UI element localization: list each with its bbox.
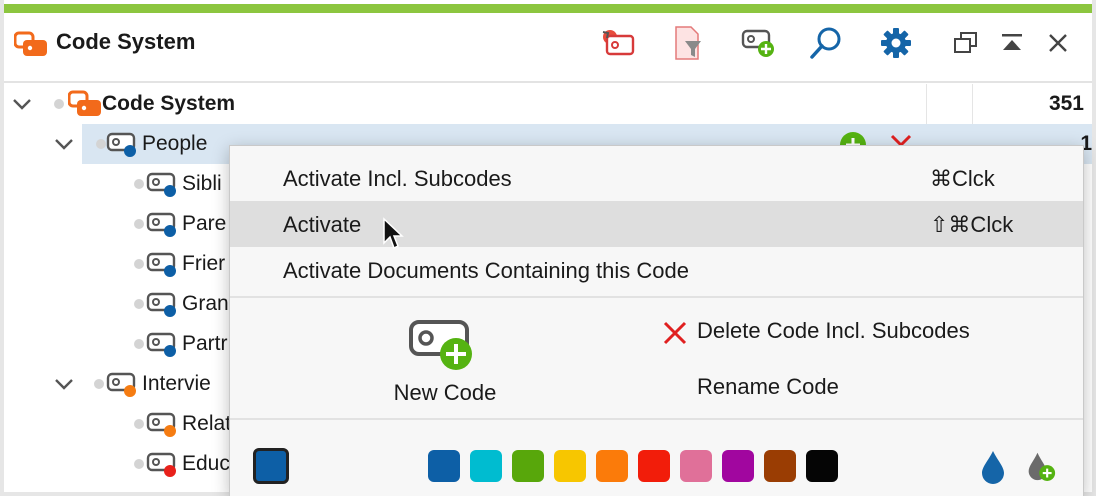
settings-button[interactable] (876, 23, 916, 63)
menu-item-shortcut: ⇧⌘Clck (930, 212, 1014, 237)
filter-document-icon (675, 26, 701, 60)
code-system-icon (68, 90, 101, 116)
code-icon (146, 332, 176, 357)
status-dot[interactable] (134, 219, 144, 229)
color-swatch[interactable] (428, 450, 460, 482)
row-count: 351 (1048, 92, 1084, 115)
color-swatch[interactable] (722, 450, 754, 482)
tree-row-label: Pare (182, 212, 227, 235)
code-icon (146, 292, 176, 317)
menu-item-activate[interactable]: Activate ⇧⌘Clck (230, 201, 1083, 247)
status-dot[interactable] (134, 179, 144, 189)
new-code-label: New Code (393, 380, 497, 405)
new-code-icon (409, 320, 472, 370)
chevron-down-icon[interactable] (52, 132, 76, 156)
code-icon (146, 252, 176, 277)
undock-window-icon (954, 32, 977, 53)
context-menu: Activate Incl. Subcodes ⌘Clck Activate ⇧… (229, 145, 1084, 496)
status-dot[interactable] (134, 299, 144, 309)
collapse-panel-icon (1002, 34, 1022, 50)
color-picker-drop-icon[interactable] (978, 448, 1008, 484)
panel-title: Code System (56, 29, 196, 54)
color-swatch[interactable] (680, 450, 712, 482)
tree-row-label: Relat (182, 412, 232, 435)
rename-code-button[interactable]: Rename Code (697, 374, 839, 400)
status-dot[interactable] (134, 259, 144, 269)
new-code-button[interactable]: New Code (380, 316, 510, 416)
status-dot[interactable] (134, 339, 144, 349)
chevron-down-icon[interactable] (10, 92, 34, 116)
status-dot[interactable] (134, 419, 144, 429)
menu-item-activate-incl-subcodes[interactable]: Activate Incl. Subcodes ⌘Clck (230, 155, 1083, 201)
tree-row-label: People (142, 132, 208, 155)
code-icon (146, 212, 176, 237)
color-swatch[interactable] (512, 450, 544, 482)
status-dot[interactable] (134, 459, 144, 469)
color-swatch[interactable] (764, 450, 796, 482)
search-button[interactable] (806, 23, 846, 63)
new-code-icon (741, 29, 774, 57)
delete-code-label: Delete Code Incl. Subcodes (697, 318, 970, 343)
tree-row-label: Educ (182, 452, 230, 475)
color-swatch[interactable] (470, 450, 502, 482)
close-icon (1049, 34, 1067, 52)
tree-row-label: Frier (182, 252, 226, 275)
color-swatch[interactable] (806, 450, 838, 482)
chevron-down-icon[interactable] (52, 372, 76, 396)
settings-gear-icon (881, 28, 911, 58)
rename-code-label: Rename Code (697, 374, 839, 399)
tree-row-label: Partr (182, 332, 228, 355)
tree-row-label: Code System (102, 92, 236, 115)
close-panel-button[interactable] (1038, 23, 1078, 63)
menu-item-shortcut: ⌘Clck (930, 166, 995, 191)
collapse-panel-button[interactable] (992, 23, 1032, 63)
color-swatch[interactable] (596, 450, 628, 482)
code-icon (146, 172, 176, 197)
color-swatch[interactable] (638, 450, 670, 482)
delete-x-icon (663, 321, 687, 345)
color-swatch[interactable] (554, 450, 586, 482)
menu-item-label: Activate (283, 212, 362, 237)
code-icon (106, 372, 136, 397)
activate-codes-icon (602, 30, 635, 56)
status-dot[interactable] (54, 99, 64, 109)
menu-item-label: Activate Incl. Subcodes (283, 166, 512, 191)
new-code-button[interactable] (738, 23, 778, 63)
tree-row-label: Sibli (182, 172, 222, 195)
filter-documents-button[interactable] (668, 23, 708, 63)
window-accent-bar (4, 4, 1092, 13)
tree-row-label: Gran (182, 292, 229, 315)
code-icon (146, 452, 176, 477)
custom-color-drop-add-icon[interactable] (1026, 448, 1056, 484)
undock-window-button[interactable] (946, 23, 986, 63)
code-system-header: Code System (4, 13, 1092, 83)
menu-item-label: Activate Documents Containing this Code (283, 258, 689, 283)
menu-separator (230, 296, 1083, 298)
tree-row-label: Intervie (142, 372, 211, 395)
menu-separator (230, 418, 1083, 420)
code-icon (146, 412, 176, 437)
menu-item-activate-documents[interactable]: Activate Documents Containing this Code (230, 247, 1083, 293)
status-dot[interactable] (96, 139, 106, 149)
mouse-cursor-icon (383, 217, 404, 250)
tree-row-root[interactable]: Code System 351 (4, 84, 1092, 124)
activate-codes-button[interactable] (598, 23, 638, 63)
code-icon (106, 132, 136, 157)
code-system-app-icon (14, 31, 47, 56)
current-color-swatch[interactable] (253, 448, 289, 484)
search-icon (810, 27, 841, 59)
status-dot[interactable] (94, 379, 104, 389)
